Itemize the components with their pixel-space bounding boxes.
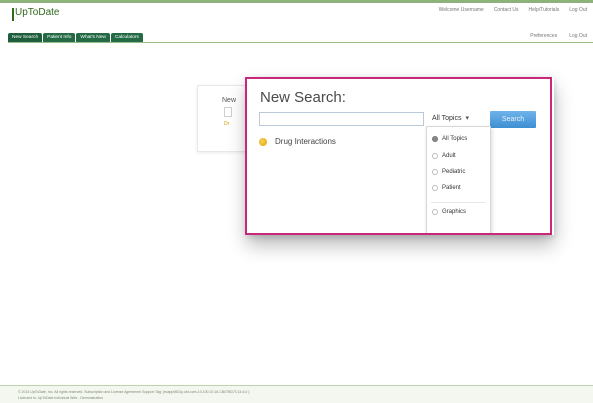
- drug-interactions-link[interactable]: Drug Interactions: [259, 137, 336, 146]
- logout-link-secondary[interactable]: Log Out: [569, 33, 587, 39]
- background-search-input[interactable]: [224, 107, 232, 117]
- new-search-title: New Search:: [260, 89, 346, 106]
- search-button[interactable]: Search: [490, 111, 536, 128]
- header-links-secondary: Preferences Log Out: [530, 33, 587, 39]
- tab-whats-new[interactable]: What's New: [76, 33, 110, 42]
- footer-bar: [0, 386, 593, 403]
- logo[interactable]: UpToDate: [15, 7, 59, 18]
- preferences-link[interactable]: Preferences: [530, 33, 557, 39]
- dropdown-option-pediatric[interactable]: Pediatric: [432, 169, 465, 175]
- logout-link[interactable]: Log Out: [569, 7, 587, 13]
- dropdown-option-adult[interactable]: Adult: [432, 153, 456, 159]
- tab-patient-info[interactable]: Patient Info: [43, 33, 76, 42]
- tab-new-search[interactable]: New Search: [8, 33, 43, 42]
- welcome-link[interactable]: Welcome Username: [439, 7, 484, 13]
- dropdown-option-label: Patient: [442, 185, 461, 191]
- background-search-title: New: [222, 97, 237, 104]
- nav-bar: New Search Patient Info What's New Calcu…: [8, 33, 143, 42]
- dropdown-option-graphics[interactable]: Graphics: [432, 209, 466, 215]
- drug-interactions-label: Drug Interactions: [275, 137, 336, 146]
- help-link[interactable]: Help/Tutorials: [529, 7, 560, 13]
- topic-select-value: All Topics: [432, 115, 462, 122]
- tab-calculators[interactable]: Calculators: [110, 33, 143, 42]
- dropdown-option-label: Graphics: [442, 209, 467, 215]
- radio-icon: [432, 136, 438, 142]
- search-input[interactable]: [259, 112, 424, 126]
- radio-icon: [432, 185, 438, 191]
- dropdown-divider: [431, 202, 485, 203]
- logo-mark: [12, 8, 14, 21]
- dropdown-option-label: Adult: [442, 153, 456, 159]
- footer-copyright: © 2013 UpToDate, Inc. All rights reserve…: [18, 390, 250, 394]
- dropdown-option-label: Pediatric: [442, 169, 466, 175]
- radio-icon: [432, 153, 438, 159]
- topic-dropdown-menu: All Topics Adult Pediatric Patient Graph…: [426, 126, 491, 233]
- header-links: Welcome Username Contact Us Help/Tutoria…: [439, 7, 587, 13]
- header-rule: [8, 42, 593, 43]
- background-drug-link[interactable]: Dr: [224, 121, 229, 127]
- dropdown-option-all-topics[interactable]: All Topics: [432, 136, 467, 142]
- drug-interactions-icon: [259, 137, 267, 146]
- zoom-callout: New Search: All Topics ▾ Search Drug Inte…: [245, 77, 552, 235]
- top-border: [0, 0, 593, 3]
- contact-link[interactable]: Contact Us: [494, 7, 519, 13]
- dropdown-option-patient[interactable]: Patient: [432, 185, 461, 191]
- dropdown-option-label: All Topics: [442, 136, 468, 142]
- topic-select[interactable]: All Topics ▾: [428, 112, 489, 126]
- footer-license: Licensed to: UpToDate Individual Web - D…: [18, 396, 104, 400]
- chevron-down-icon: ▾: [465, 115, 469, 122]
- radio-icon: [432, 209, 438, 215]
- radio-icon: [432, 169, 438, 175]
